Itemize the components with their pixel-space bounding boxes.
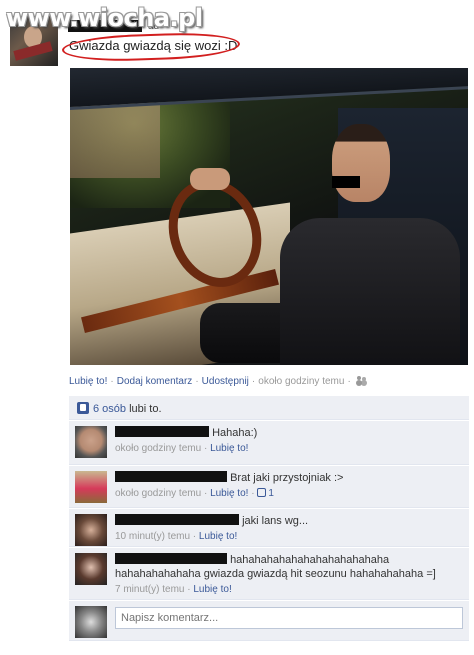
- comment-composer: [69, 601, 469, 641]
- separator: ·: [251, 376, 256, 387]
- post-actions: Lubię to! · Dodaj komentarz · Udostępnij · oko…: [69, 376, 367, 387]
- like-link[interactable]: Lubię to!: [69, 376, 107, 387]
- comment-likes-count[interactable]: 1: [257, 488, 274, 499]
- separator: ·: [110, 376, 114, 387]
- separator: ·: [347, 376, 351, 387]
- share-link[interactable]: Udostępnij: [202, 376, 249, 387]
- commenter-name-redacted[interactable]: [115, 514, 239, 525]
- people-icon[interactable]: [356, 376, 367, 385]
- comment-text: Brat jaki przystojniak :>: [230, 472, 344, 484]
- post-timestamp[interactable]: około godziny temu: [258, 376, 344, 387]
- comment-text-line1: hahahahahahahahahahahahaha: [230, 554, 390, 566]
- photo-car-roof: [70, 68, 468, 110]
- comment-like-link[interactable]: Lubię to!: [193, 584, 231, 595]
- photo-suit: [280, 218, 460, 365]
- commenter-avatar[interactable]: [75, 471, 107, 503]
- likes-summary: 6 osób lubi to.: [69, 396, 469, 420]
- comment-like-link[interactable]: Lubię to!: [210, 443, 248, 454]
- comment-like-link[interactable]: Lubię to!: [210, 488, 248, 499]
- site-watermark: www.wiocha.pl: [6, 4, 203, 32]
- comment-like-link[interactable]: Lubię to!: [199, 531, 237, 542]
- commenter-avatar[interactable]: [75, 514, 107, 546]
- comment-item: hahahahahahahahahahahahaha hahahahahahah…: [69, 548, 469, 600]
- photo-head: [332, 124, 390, 202]
- add-comment-link[interactable]: Dodaj komentarz: [117, 376, 193, 387]
- commenter-name-redacted[interactable]: [115, 553, 227, 564]
- commenter-avatar[interactable]: [75, 553, 107, 585]
- commenter-name-redacted[interactable]: [115, 426, 209, 437]
- comment-input[interactable]: [115, 607, 463, 629]
- comment-text: Hahaha:): [212, 427, 258, 439]
- highlight-oval: [61, 30, 241, 64]
- comment-time: 7 minut(y) temu: [115, 584, 185, 595]
- comment-item: Hahaha:) około godziny temu · Lubię to!: [69, 421, 469, 465]
- likes-suffix: lubi to.: [129, 403, 162, 415]
- separator: ·: [195, 376, 199, 387]
- comment-time: około godziny temu: [115, 488, 202, 499]
- current-user-avatar: [75, 606, 107, 638]
- commenter-name-redacted[interactable]: [115, 471, 227, 482]
- comment-time: 10 minut(y) temu: [115, 531, 191, 542]
- comment-item: jaki lans wg... 10 minut(y) temu · Lubię…: [69, 509, 469, 547]
- thumbs-up-icon: [77, 402, 89, 414]
- likers-link[interactable]: 6 osób: [93, 403, 126, 415]
- post-photo[interactable]: [70, 68, 468, 365]
- comment-time: około godziny temu: [115, 443, 202, 454]
- photo-eye-censor: [332, 176, 360, 188]
- comment-text-line2: hahahahahahaha gwiazda gwiazdą hit seozu…: [115, 568, 436, 580]
- comment-text: jaki lans wg...: [242, 515, 309, 527]
- photo-hand: [190, 168, 230, 190]
- commenter-avatar[interactable]: [75, 426, 107, 458]
- thumbs-up-icon: [257, 488, 267, 497]
- comment-item: Brat jaki przystojniak :> około godziny …: [69, 466, 469, 508]
